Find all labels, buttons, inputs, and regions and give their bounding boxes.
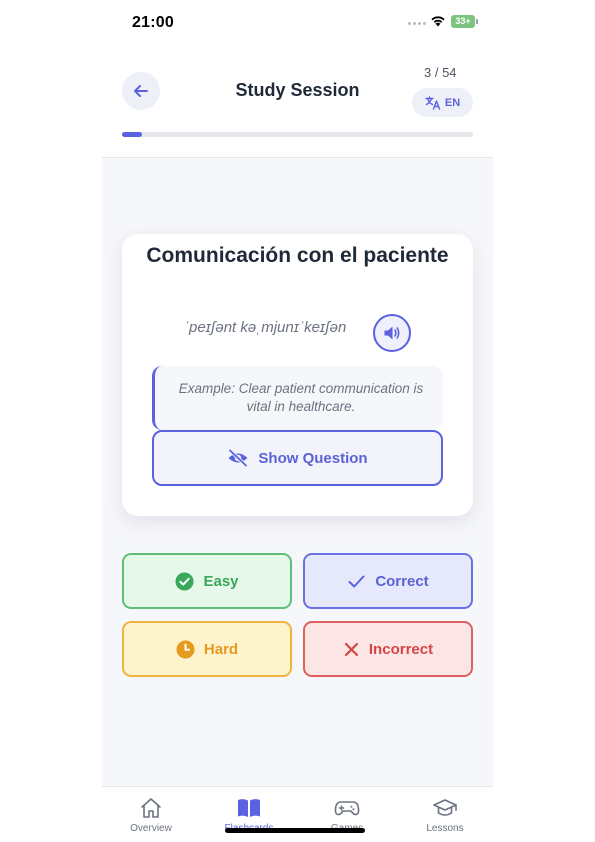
check-icon: [348, 575, 365, 587]
battery-icon: 33+: [451, 15, 478, 28]
easy-label: Easy: [203, 572, 239, 590]
hard-label: Hard: [203, 640, 239, 658]
card-counter: 3 / 54: [424, 65, 457, 80]
wifi-icon: [431, 16, 445, 27]
signal-icon: [408, 22, 426, 25]
easy-button[interactable]: Easy: [122, 553, 292, 609]
study-area: Comunicación con el paciente ˈpeɪʃənt kə…: [102, 158, 493, 786]
tab-lessons[interactable]: Lessons: [396, 787, 493, 842]
status-bar: 21:00 33+: [102, 0, 493, 44]
incorrect-label: Incorrect: [368, 640, 434, 658]
gamepad-icon: [334, 801, 360, 816]
close-icon: [344, 642, 358, 656]
progress-bar: [122, 132, 473, 137]
incorrect-button[interactable]: Incorrect: [303, 621, 473, 677]
progress-fill: [122, 132, 142, 137]
home-indicator: [225, 828, 365, 833]
home-icon: [141, 798, 161, 818]
language-label: EN: [444, 96, 461, 109]
hard-button[interactable]: Hard: [122, 621, 292, 677]
correct-button[interactable]: Correct: [303, 553, 473, 609]
phonetic-row: ˈpeɪʃənt kəˌmjunɪˈkeɪʃən: [122, 314, 473, 352]
header: Study Session 3 / 54 EN: [102, 44, 493, 158]
graduation-cap-icon: [433, 799, 457, 816]
eye-off-icon: [228, 449, 249, 467]
translate-icon: [425, 95, 441, 110]
tab-games[interactable]: Games: [298, 787, 396, 842]
tab-bar: Overview Flashcards Games Les: [102, 786, 493, 842]
status-time: 21:00: [132, 14, 174, 31]
tab-label-lessons: Lessons: [426, 823, 464, 834]
card-word: Comunicación con el paciente: [146, 244, 449, 267]
clock-icon: [176, 640, 195, 658]
tab-overview[interactable]: Overview: [102, 787, 200, 842]
speaker-icon: [384, 326, 400, 340]
show-question-button[interactable]: Show Question: [152, 430, 443, 486]
check-circle-icon: [175, 572, 194, 590]
phonetic-text: ˈpeɪʃənt kəˌmjunɪˈkeɪʃən: [184, 319, 347, 336]
flashcard: Comunicación con el paciente ˈpeɪʃənt kə…: [122, 234, 473, 516]
phone-screen: 21:00 33+ Study Session 3 / 54 EN Comuni…: [102, 0, 493, 842]
tab-label-overview: Overview: [130, 823, 172, 834]
language-toggle-button[interactable]: EN: [412, 88, 473, 117]
show-question-label: Show Question: [258, 449, 368, 467]
book-icon: [238, 799, 260, 817]
correct-label: Correct: [375, 572, 429, 590]
tab-flashcards[interactable]: Flashcards: [200, 787, 298, 842]
example-sentence: Example: Clear patient communication is …: [152, 366, 443, 430]
play-audio-button[interactable]: [373, 314, 411, 352]
